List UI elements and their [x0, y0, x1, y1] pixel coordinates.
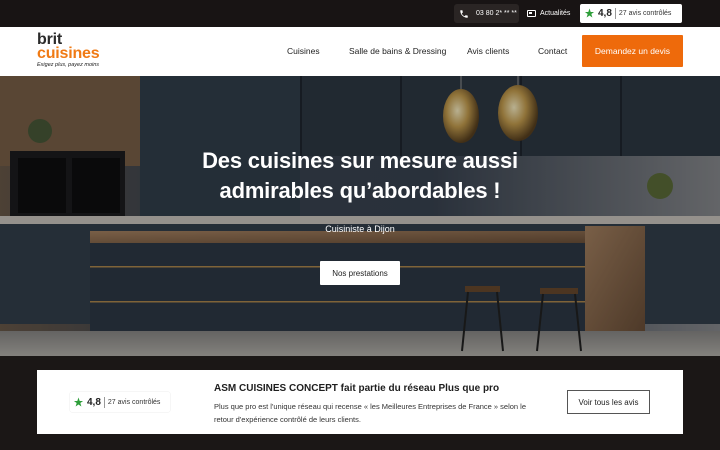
nav-contact[interactable]: Contact [538, 46, 567, 56]
hero-subtitle: Cuisiniste à Dijon [325, 224, 395, 234]
rating-score: 4,8 [598, 8, 612, 19]
phone-button[interactable]: 03 80 2* ** ** [454, 4, 519, 23]
services-button[interactable]: Nos prestations [320, 261, 400, 285]
rating-badge-top[interactable]: 4,8 27 avis contrôlés [580, 4, 682, 23]
quote-request-button[interactable]: Demandez un devis [582, 35, 683, 67]
hero-overlay [0, 76, 720, 356]
hero-title-line-1: Des cuisines sur mesure aussi [202, 148, 518, 173]
panel-rating-count: 27 avis contrôlés [107, 398, 161, 406]
news-label: Actualités [540, 10, 571, 17]
site-header: brit cuisines Exigez plus, payez moins C… [0, 27, 720, 76]
panel-title: ASM CUISINES CONCEPT fait partie du rése… [214, 383, 500, 394]
news-link[interactable]: Actualités [527, 4, 570, 23]
see-all-reviews-button[interactable]: Voir tous les avis [567, 390, 650, 414]
brit-cuisines-logo[interactable]: brit cuisines Exigez plus, payez moins [37, 32, 100, 69]
nav-cuisines[interactable]: Cuisines [287, 46, 320, 56]
newspaper-icon [527, 10, 536, 17]
panel-description: Plus que pro est l'unique réseau qui rec… [214, 402, 527, 424]
hero-title: Des cuisines sur mesure aussi admirables… [0, 146, 720, 206]
phone-number: 03 80 2* ** ** [476, 10, 517, 17]
rating-badge-panel[interactable]: 4,8 27 avis contrôlés [70, 392, 170, 412]
panel-rating-score: 4,8 [87, 396, 101, 408]
hero-banner: Des cuisines sur mesure aussi admirables… [0, 76, 720, 356]
phone-icon [460, 9, 468, 18]
top-utility-bar: 03 80 2* ** ** Actualités 4,8 27 avis co… [0, 0, 720, 27]
logo-tagline: Exigez plus, payez moins [37, 62, 100, 68]
reviews-panel: 4,8 27 avis contrôlés ASM CUISINES CONCE… [37, 370, 683, 434]
rating-divider [614, 8, 616, 19]
nav-avis-clients[interactable]: Avis clients [467, 46, 509, 56]
nav-salle-de-bains[interactable]: Salle de bains & Dressing [349, 46, 446, 56]
star-rating-icon [584, 8, 595, 18]
rating-count: 27 avis contrôlés [618, 10, 672, 17]
panel-rating-divider [103, 396, 105, 408]
star-rating-icon [73, 396, 84, 407]
logo-word-cuisines: cuisines [37, 45, 100, 62]
hero-title-line-2: admirables qu’abordables ! [219, 178, 501, 203]
